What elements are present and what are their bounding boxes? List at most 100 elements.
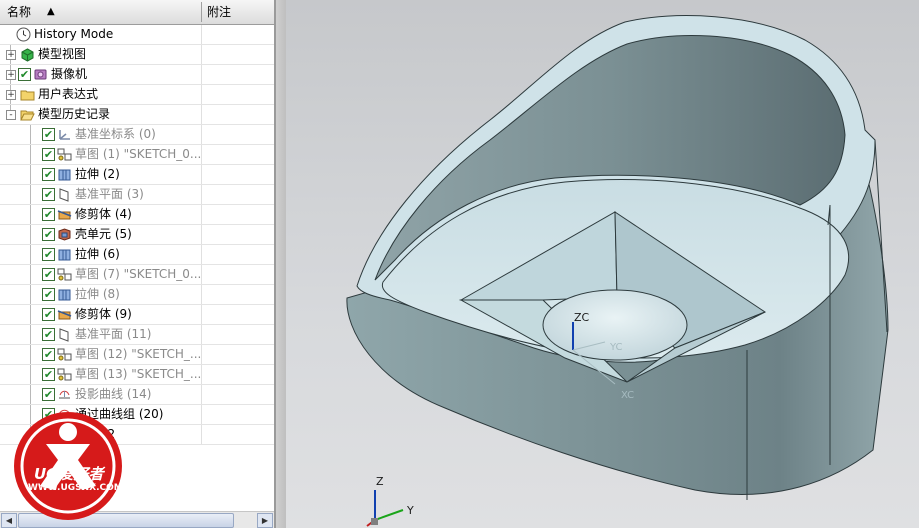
visibility-checkbox[interactable]: ✔ [42,228,55,241]
tree-row-label: 模型视图 [38,47,87,61]
note-cell [201,385,202,404]
tree-row[interactable]: ✔ 拉伸 (2) [0,165,274,185]
expand-icon[interactable]: + [6,50,16,60]
navigator-header: 名称 ▲ 附注 [0,0,274,25]
tree-row[interactable]: ✔ 拉伸 (6) [0,245,274,265]
tree-row[interactable]: + 用户表达式 [0,85,274,105]
visibility-checkbox[interactable]: ✔ [42,288,55,301]
history-clock-icon [16,27,31,42]
project-curve-icon [57,387,72,402]
visibility-checkbox[interactable]: ✔ [42,368,55,381]
visibility-checkbox[interactable]: ✔ [42,388,55,401]
sketch-icon [57,347,72,362]
trim-body-icon [57,307,72,322]
column-name-header[interactable]: 名称 [7,0,31,24]
tree-row-label: History Mode [34,27,114,41]
visibility-checkbox[interactable]: ✔ [42,348,55,361]
tree-row-label: 壳单元 (5) [75,227,132,241]
tree-row[interactable]: ✔ 草图 (1) "SKETCH_0... [0,145,274,165]
graphics-window[interactable]: ZC YC XC Z Y [275,0,919,528]
visibility-checkbox[interactable]: ✔ [18,68,31,81]
tree-row-label: 草图 (1) "SKETCH_0... [75,147,202,161]
visibility-checkbox[interactable]: ✔ [42,168,55,181]
tree-row[interactable]: History Mode [0,25,274,45]
tree-row[interactable]: ✔ 基准坐标系 (0) [0,125,274,145]
folder-icon [20,87,35,102]
tree-row[interactable]: ✔ 拉伸 (8) [0,285,274,305]
tree-row[interactable]: + 模型视图 [0,45,274,65]
tree-row-label: 用户表达式 [38,87,99,101]
collapse-icon[interactable]: - [6,110,16,120]
tree-row[interactable]: ✔ 草图 (7) "SKETCH_0... [0,265,274,285]
tree-row-label: 修剪体 (9) [75,307,132,321]
extrude-icon [57,247,72,262]
extrude-icon [57,167,72,182]
scroll-right-arrow-icon[interactable]: ▶ [257,513,273,528]
note-cell [201,425,202,444]
triad-z-label: Z [376,475,384,488]
tree-row[interactable]: ✔ 草图 (13) "SKETCH_... [0,365,274,385]
note-cell [201,185,202,204]
tree-row[interactable]: - 模型历史记录 [0,105,274,125]
tree-row-label: 基准平面 (3) [75,187,144,201]
expand-icon[interactable]: + [6,70,16,80]
visibility-checkbox[interactable]: ✔ [42,308,55,321]
note-cell [201,25,202,44]
sketch-icon [57,367,72,382]
wcs-zc-label: ZC [574,311,590,324]
tree-row-label: 投影曲线 (14) [75,387,152,401]
model-view: ZC YC XC Z Y [346,15,889,527]
tree-row-label: 草图 (7) "SKETCH_0... [75,267,202,281]
folder-open-icon [20,107,35,122]
tree-row[interactable]: ✔ 基准平面 (11) [0,325,274,345]
camera-icon [33,67,48,82]
wcs-xc-label: XC [621,390,634,401]
tree-row-label: 拉伸 (2) [75,167,120,181]
note-cell [201,125,202,144]
tree-row[interactable]: ✔ 壳单元 (5) [0,225,274,245]
note-cell [201,325,202,344]
sketch-icon [57,267,72,282]
visibility-checkbox[interactable]: ✔ [42,148,55,161]
visibility-checkbox[interactable]: ✔ [42,248,55,261]
note-cell [201,285,202,304]
column-divider[interactable] [201,2,202,22]
watermark-url: WWW.UGSNX.COM [28,483,123,493]
note-cell [201,165,202,184]
trim-body-icon [57,207,72,222]
tree-row-label: 修剪体 (4) [75,207,132,221]
note-cell [201,205,202,224]
note-cell [201,105,202,124]
tree-row[interactable]: ✔ 修剪体 (9) [0,305,274,325]
note-cell [201,405,202,424]
sort-ascending-icon[interactable]: ▲ [47,0,55,24]
shell-icon [57,227,72,242]
tree-row-label: 草图 (12) "SKETCH_... [75,347,202,361]
tree-row[interactable]: ✔ 基准平面 (3) [0,185,274,205]
visibility-checkbox[interactable]: ✔ [42,128,55,141]
tree-row-label: 拉伸 (6) [75,247,120,261]
note-cell [201,245,202,264]
visibility-checkbox[interactable]: ✔ [42,188,55,201]
tree-row[interactable]: ✔ 草图 (12) "SKETCH_... [0,345,274,365]
column-note-header[interactable]: 附注 [207,0,231,24]
note-cell [201,225,202,244]
datum-csys-icon [57,127,72,142]
tree-row[interactable]: ✔ 修剪体 (4) [0,205,274,225]
model-views-icon [20,47,35,62]
tree-row[interactable]: ✔ 投影曲线 (14) [0,385,274,405]
expand-icon[interactable]: + [6,90,16,100]
triad-origin [371,518,378,525]
visibility-checkbox[interactable]: ✔ [42,328,55,341]
tree-row-label: 拉伸 (8) [75,287,120,301]
visibility-checkbox[interactable]: ✔ [42,268,55,281]
tree-row-label: 基准坐标系 (0) [75,127,156,141]
visibility-checkbox[interactable]: ✔ [42,208,55,221]
panel-splitter[interactable] [275,0,286,528]
tree-row[interactable]: + ✔ 摄像机 [0,65,274,85]
tree-row-label: 模型历史记录 [38,107,111,121]
tree-row-label: 摄像机 [51,67,88,81]
note-cell [201,65,202,84]
watermark-brand: UG爱好者 [34,465,104,483]
note-cell [201,85,202,104]
